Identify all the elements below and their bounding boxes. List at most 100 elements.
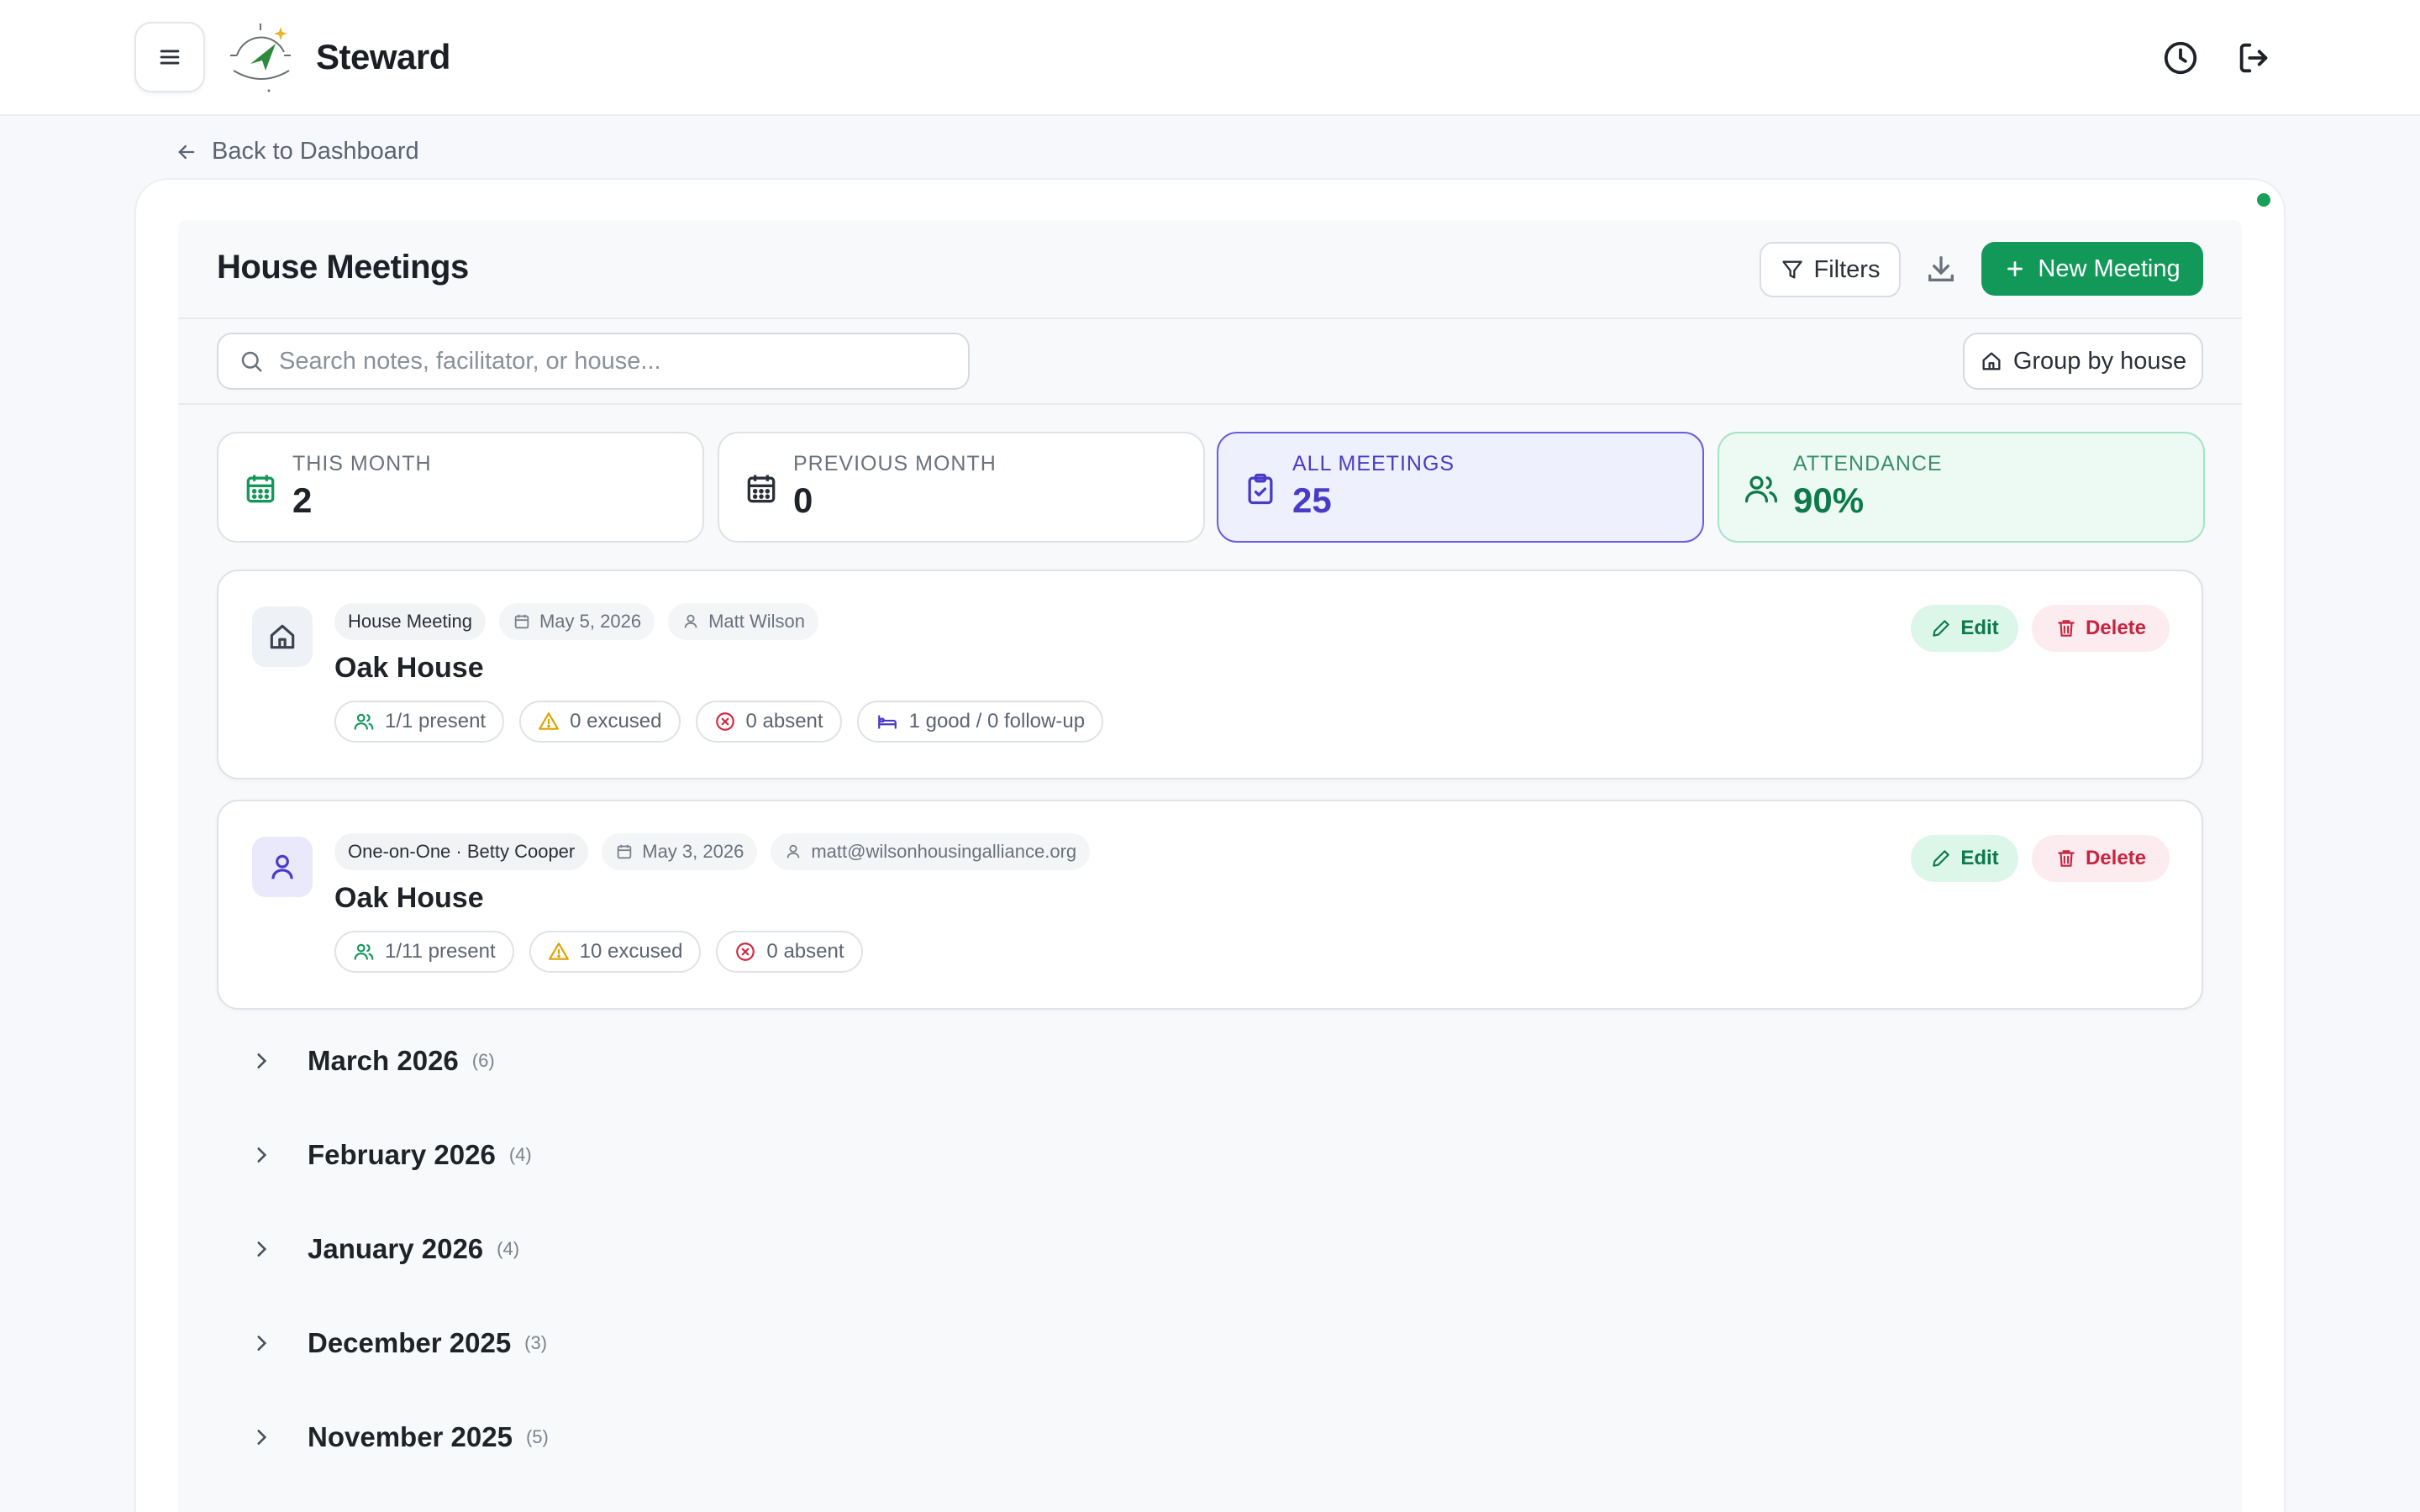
arrow-left-icon <box>175 140 198 164</box>
group-by-house-button[interactable]: Group by house <box>1963 333 2203 390</box>
stat-label: ATTENDANCE <box>1793 452 1943 475</box>
plus-icon <box>2004 258 2026 280</box>
back-to-dashboard-link[interactable]: Back to Dashboard <box>175 138 419 165</box>
warning-icon <box>548 941 570 963</box>
steward-logo <box>225 18 297 94</box>
stat-value: 0 <box>793 480 813 520</box>
users-icon <box>1743 470 1780 507</box>
calendar-icon <box>513 612 531 631</box>
bed-icon <box>876 711 899 732</box>
hamburger-icon <box>155 43 184 71</box>
user-icon <box>681 612 700 631</box>
month-name: December 2025 <box>308 1327 512 1358</box>
user-icon <box>784 843 802 861</box>
stat-value: 90% <box>1793 480 1865 520</box>
beds-status: 1 good / 0 follow-up <box>908 710 1086 732</box>
logout-icon[interactable] <box>2235 39 2274 77</box>
present-count: 1/11 present <box>385 940 496 963</box>
menu-button[interactable] <box>134 22 205 92</box>
meeting-type-tag: One-on-One · Betty Cooper <box>334 833 589 870</box>
chevron-right-icon <box>250 1050 272 1072</box>
new-meeting-button[interactable]: New Meeting <box>1981 242 2203 296</box>
excused-pill: 10 excused <box>529 931 702 973</box>
stat-attendance[interactable]: ATTENDANCE 90% <box>1718 432 2205 543</box>
pencil-icon <box>1930 848 1952 869</box>
month-count: (4) <box>497 1238 520 1259</box>
month-name: February 2026 <box>308 1139 496 1170</box>
month-group-row[interactable]: December 2025 (3) <box>250 1327 547 1359</box>
month-name: November 2025 <box>308 1421 513 1452</box>
absent-count: 0 absent <box>766 940 844 963</box>
beds-pill: 1 good / 0 follow-up <box>856 701 1104 743</box>
excused-count: 10 excused <box>579 940 683 963</box>
person-icon <box>252 837 313 897</box>
absent-count: 0 absent <box>745 710 823 732</box>
filters-label: Filters <box>1813 255 1881 283</box>
delete-button[interactable]: Delete <box>2032 605 2170 652</box>
stat-all-meetings[interactable]: ALL MEETINGS 25 <box>1217 432 1704 543</box>
meeting-date-tag: May 3, 2026 <box>602 833 758 870</box>
absent-pill: 0 absent <box>695 701 842 743</box>
stat-value: 2 <box>292 480 313 520</box>
facilitator-name: matt@wilsonhousingalliance.org <box>811 841 1077 862</box>
edit-button[interactable]: Edit <box>1911 605 2018 652</box>
meeting-date-tag: May 5, 2026 <box>498 603 655 640</box>
meeting-date: May 5, 2026 <box>539 611 642 632</box>
facilitator-name: Matt Wilson <box>708 611 805 632</box>
stat-this-month[interactable]: THIS MONTH 2 <box>217 432 704 543</box>
meeting-card[interactable]: One-on-One · Betty Cooper May 3, 2026 ma… <box>217 800 2203 1010</box>
chevron-right-icon <box>250 1238 272 1260</box>
group-by-label: Group by house <box>2012 347 2187 375</box>
home-icon <box>1980 349 2003 373</box>
meeting-type-tag: House Meeting <box>334 603 486 640</box>
delete-button[interactable]: Delete <box>2032 835 2170 882</box>
facilitator-tag: matt@wilsonhousingalliance.org <box>771 833 1091 870</box>
month-name: March 2026 <box>308 1045 459 1076</box>
facilitator-tag: Matt Wilson <box>668 603 818 640</box>
present-pill: 1/11 present <box>334 931 514 973</box>
trash-icon <box>2055 617 2077 639</box>
stat-previous-month[interactable]: PREVIOUS MONTH 0 <box>718 432 1205 543</box>
warning-icon <box>538 711 560 732</box>
month-count: (6) <box>471 1050 495 1071</box>
meeting-house: Oak House <box>334 652 484 684</box>
stat-label: PREVIOUS MONTH <box>793 452 997 475</box>
pencil-icon <box>1930 617 1952 639</box>
present-pill: 1/1 present <box>334 701 505 743</box>
stat-label: THIS MONTH <box>292 452 432 475</box>
search-input[interactable] <box>279 347 951 375</box>
page-title: House Meetings <box>217 249 469 286</box>
meeting-house: Oak House <box>334 882 484 914</box>
house-icon <box>252 606 313 667</box>
users-icon <box>353 941 375 963</box>
month-group-row[interactable]: February 2026 (4) <box>250 1139 532 1171</box>
month-count: (3) <box>524 1332 548 1353</box>
history-icon[interactable] <box>2161 39 2200 77</box>
clipboard-check-icon <box>1242 470 1279 507</box>
status-indicator <box>2257 193 2270 207</box>
edit-button[interactable]: Edit <box>1911 835 2018 882</box>
divider <box>178 318 2242 319</box>
month-group-row[interactable]: January 2026 (4) <box>250 1233 519 1265</box>
meeting-date: May 3, 2026 <box>642 841 744 862</box>
filter-icon <box>1781 258 1804 281</box>
month-group-row[interactable]: November 2025 (5) <box>250 1421 549 1453</box>
meeting-card[interactable]: House Meeting May 5, 2026 Matt Wilson Oa… <box>217 570 2203 780</box>
excused-count: 0 excused <box>570 710 662 732</box>
calendar-icon <box>242 470 279 507</box>
filters-button[interactable]: Filters <box>1760 242 1901 297</box>
month-count: (5) <box>525 1426 549 1447</box>
x-circle-icon <box>714 711 736 732</box>
x-circle-icon <box>734 941 756 963</box>
top-bar: Steward <box>0 0 2420 116</box>
edit-label: Edit <box>1960 847 1999 869</box>
download-icon[interactable] <box>1924 252 1958 286</box>
month-group-row[interactable]: March 2026 (6) <box>250 1045 495 1077</box>
app-name: Steward <box>316 37 450 76</box>
chevron-right-icon <box>250 1332 272 1354</box>
search-box[interactable] <box>217 333 970 390</box>
present-count: 1/1 present <box>385 710 487 732</box>
delete-label: Delete <box>2085 617 2147 639</box>
divider <box>178 403 2242 405</box>
excused-pill: 0 excused <box>519 701 681 743</box>
